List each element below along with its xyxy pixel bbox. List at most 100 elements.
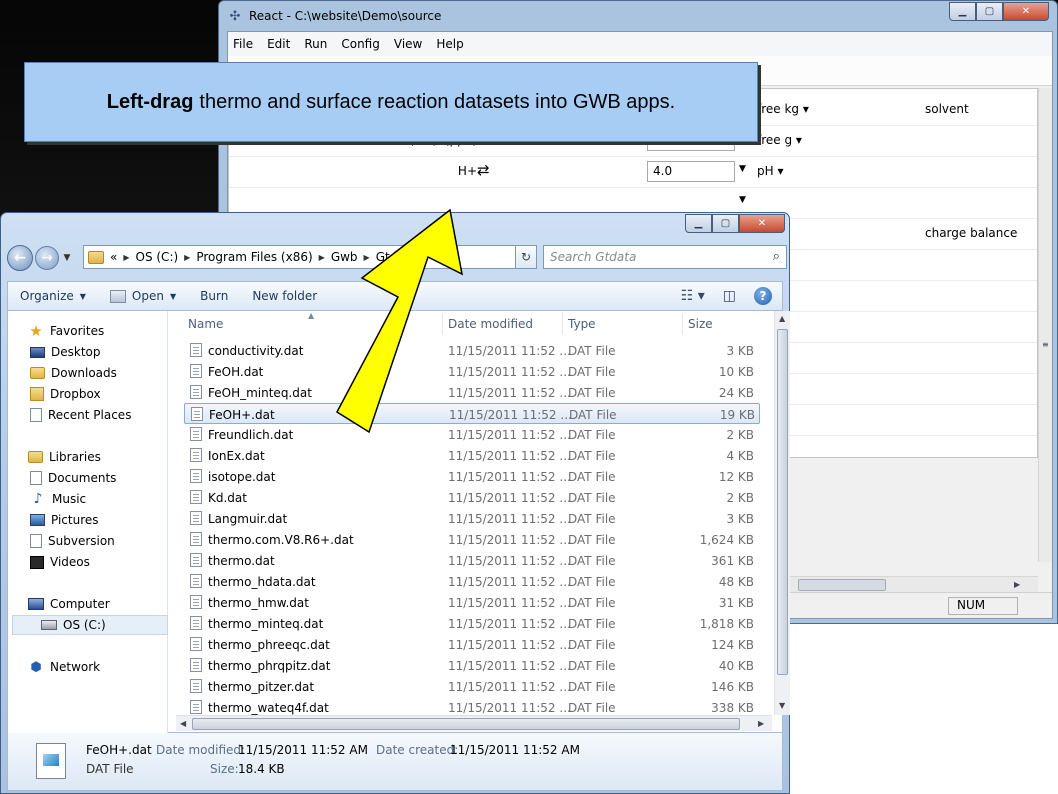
dat-file-icon <box>190 490 202 504</box>
file-row[interactable]: thermo.com.V8.R6+.dat 11/15/2011 11:52 ..… <box>184 529 760 550</box>
address-bar[interactable]: « ▶ OS (C:) ▶ Program Files (x86) ▶ Gwb ▶ Gtdat… <box>83 245 537 269</box>
search-icon[interactable]: ⌕ <box>773 249 780 264</box>
column-header-size[interactable]: Size <box>688 311 713 335</box>
nav-item-videos[interactable]: Videos <box>30 552 90 572</box>
column-separator[interactable] <box>442 313 443 335</box>
nav-item-desktop[interactable]: Desktop <box>30 342 101 362</box>
explorer-maximize-button[interactable]: ▢ <box>712 214 739 233</box>
file-row[interactable]: thermo_minteq.dat 11/15/2011 11:52 ... DAT… <box>184 613 760 634</box>
maximize-button[interactable]: ▢ <box>976 2 1003 21</box>
open-button[interactable]: Open ▼ <box>98 289 188 303</box>
file-list-hscroll-thumb[interactable] <box>192 718 740 730</box>
change-view-icon[interactable]: ☷ ▾ <box>681 288 705 304</box>
breadcrumb-item[interactable]: OS (C:) <box>136 250 179 264</box>
file-row[interactable]: thermo_hmw.dat 11/15/2011 11:52 ... DAT Fi… <box>184 592 760 613</box>
file-row[interactable]: FeOH_minteq.dat 11/15/2011 11:52 ... DAT F… <box>184 382 760 403</box>
column-header-date[interactable]: Date modified <box>448 311 533 335</box>
file-row[interactable]: IonEx.dat 11/15/2011 11:52 ... DAT File 4 K… <box>184 445 760 466</box>
nav-item-computer[interactable]: Computer <box>28 594 110 614</box>
file-row[interactable]: thermo_hdata.dat 11/15/2011 11:52 ... DAT … <box>184 571 760 592</box>
file-size: 24 KB <box>718 386 754 400</box>
nav-item-pictures[interactable]: Pictures <box>30 510 99 530</box>
chevron-down-icon[interactable]: ▼ <box>739 164 746 174</box>
scroll-down-icon[interactable]: ▼ <box>779 701 785 710</box>
file-row[interactable]: thermo_phreeqc.dat 11/15/2011 11:52 ... DA… <box>184 634 760 655</box>
breadcrumb-item[interactable]: Gtdata <box>376 250 417 264</box>
scroll-left-icon[interactable]: ◀ <box>180 719 186 728</box>
nav-item-label: Desktop <box>51 345 101 359</box>
scroll-right-icon[interactable]: ▶ <box>758 719 764 728</box>
react-titlebar[interactable]: ✣ React - C:\website\Demo\source <box>227 5 442 27</box>
menu-run[interactable]: Run <box>304 37 327 51</box>
file-name: Freundlich.dat <box>208 428 294 442</box>
nav-item-favorites[interactable]: ★ Favorites <box>28 321 104 341</box>
new-folder-button[interactable]: New folder <box>240 289 329 303</box>
file-row[interactable]: thermo.dat 11/15/2011 11:52 ... DAT File 36… <box>184 550 760 571</box>
file-list-vertical-scrollbar[interactable]: ▲ ▼ <box>774 311 790 715</box>
nav-item-documents[interactable]: Documents <box>30 468 116 488</box>
menu-file[interactable]: File <box>233 37 253 51</box>
chevron-down-icon[interactable]: ▼ <box>739 195 746 205</box>
scroll-right-icon[interactable]: ▶ <box>1014 580 1020 589</box>
breadcrumb-item[interactable]: Gwb <box>331 250 358 264</box>
breadcrumb-separator-icon[interactable]: ▶ <box>123 253 129 262</box>
organize-button[interactable]: Organize ▼ <box>8 289 98 303</box>
dat-file-icon <box>190 616 202 630</box>
refresh-button[interactable]: ↻ <box>515 245 537 269</box>
nav-item-downloads[interactable]: Downloads <box>30 363 117 383</box>
file-type: DAT File <box>568 680 616 694</box>
address-overflow[interactable]: « <box>110 250 117 264</box>
help-icon[interactable]: ? <box>754 287 772 305</box>
menu-config[interactable]: Config <box>341 37 380 51</box>
menu-view[interactable]: View <box>394 37 422 51</box>
file-list-vscroll-thumb[interactable] <box>777 329 788 675</box>
breadcrumb-separator-icon[interactable]: ▶ <box>184 253 190 262</box>
basis-species[interactable]: H+ <box>458 164 477 178</box>
react-hscroll-thumb[interactable] <box>798 579 886 591</box>
react-vertical-scrollbar[interactable]: ≡ <box>1038 88 1052 562</box>
breadcrumb-separator-icon[interactable]: ▶ <box>319 253 325 262</box>
recent-pages-dropdown[interactable]: ▼ <box>61 253 73 263</box>
nav-item-os-c[interactable]: OS (C:) <box>12 615 168 635</box>
nav-item-music[interactable]: ♪ Music <box>30 489 87 509</box>
file-row[interactable]: FeOH.dat 11/15/2011 11:52 ... DAT File 10 K… <box>184 361 760 382</box>
file-row[interactable]: thermo_phrqpitz.dat 11/15/2011 11:52 ... D… <box>184 655 760 676</box>
nav-item-libraries[interactable]: Libraries <box>28 447 101 467</box>
back-button[interactable]: ← <box>7 245 33 271</box>
explorer-close-button[interactable]: ✕ <box>739 214 785 233</box>
unit-dropdown[interactable]: free g ▾ <box>757 133 802 147</box>
file-row[interactable]: Langmuir.dat 11/15/2011 11:52 ... DAT File… <box>184 508 760 529</box>
amount-field[interactable]: 4.0 <box>647 161 735 182</box>
column-header-type[interactable]: Type <box>568 311 596 335</box>
desktop-icon <box>30 346 45 358</box>
unit-dropdown[interactable]: free kg ▾ <box>757 102 809 116</box>
file-row[interactable]: conductivity.dat 11/15/2011 11:52 ... DAT … <box>184 340 760 361</box>
nav-item-network[interactable]: ⬢ Network <box>28 657 100 677</box>
breadcrumb-separator-icon[interactable]: ▶ <box>364 253 370 262</box>
menu-help[interactable]: Help <box>436 37 463 51</box>
scroll-up-icon[interactable]: ▲ <box>779 314 785 323</box>
column-separator[interactable] <box>562 313 563 335</box>
file-row[interactable]: Freundlich.dat 11/15/2011 11:52 ... DAT Fi… <box>184 424 760 445</box>
forward-button[interactable]: → <box>35 246 59 270</box>
minimize-button[interactable]: ▁ <box>949 2 976 21</box>
file-row[interactable]: thermo_pitzer.dat 11/15/2011 11:52 ... DAT… <box>184 676 760 697</box>
nav-item-subversion[interactable]: Subversion <box>30 531 115 551</box>
file-row[interactable]: isotope.dat 11/15/2011 11:52 ... DAT File 1… <box>184 466 760 487</box>
close-button[interactable]: ✕ <box>1003 2 1049 21</box>
file-row[interactable]: FeOH+.dat 11/15/2011 11:52 ... DAT File 19 … <box>184 403 760 424</box>
menu-edit[interactable]: Edit <box>267 37 290 51</box>
explorer-minimize-button[interactable]: ▁ <box>685 214 712 233</box>
file-row[interactable]: Kd.dat 11/15/2011 11:52 ... DAT File 2 KB <box>184 487 760 508</box>
unit-dropdown[interactable]: pH ▾ <box>757 164 783 178</box>
column-header-name[interactable]: Name <box>188 311 223 335</box>
column-separator[interactable] <box>682 313 683 335</box>
search-input[interactable]: Search Gtdata ⌕ <box>543 245 787 269</box>
breadcrumb-item[interactable]: Program Files (x86) <box>196 250 312 264</box>
file-list-horizontal-scrollbar[interactable]: ◀ ▶ <box>176 715 772 731</box>
burn-button[interactable]: Burn <box>188 289 240 303</box>
nav-item-recent-places[interactable]: Recent Places <box>30 405 131 425</box>
nav-item-dropbox[interactable]: Dropbox <box>30 384 101 404</box>
preview-pane-icon[interactable]: ◫ <box>723 288 736 304</box>
swap-icon[interactable]: ⇄ <box>477 161 490 179</box>
